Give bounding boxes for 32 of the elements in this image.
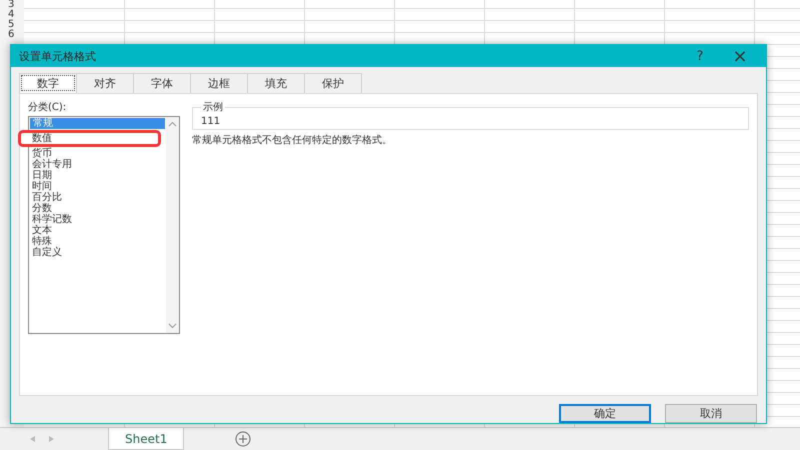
list-item[interactable]: 时间 xyxy=(29,181,166,192)
help-button[interactable]: ? xyxy=(680,48,720,64)
description-text: 常规单元格格式不包含任何特定的数字格式。 xyxy=(192,134,393,147)
list-item[interactable]: 货币 xyxy=(29,148,166,159)
list-item[interactable]: 自定义 xyxy=(29,247,166,258)
list-item[interactable]: 特殊 xyxy=(29,236,166,247)
tab[interactable]: 保护 xyxy=(304,73,362,93)
row-header: 6 xyxy=(7,30,16,40)
dialog-button[interactable]: 取消 xyxy=(665,404,757,423)
list-item[interactable]: 分数 xyxy=(29,203,166,214)
scroll-right-icon[interactable] xyxy=(49,436,54,442)
list-item[interactable]: 文本 xyxy=(29,225,166,236)
category-label: 分类(C): xyxy=(28,100,68,114)
sheet-tab[interactable]: Sheet1 xyxy=(108,428,184,450)
list-item[interactable]: 科学记数 xyxy=(29,214,166,225)
sample-value: 111 xyxy=(201,116,220,127)
list-item[interactable]: 百分比 xyxy=(29,192,166,203)
window-title: 设置单元格格式 xyxy=(19,48,97,64)
tab[interactable]: 数字 xyxy=(19,73,77,93)
close-button[interactable]: × xyxy=(720,44,760,68)
add-sheet-icon[interactable] xyxy=(234,430,252,448)
scrollbar[interactable] xyxy=(166,117,179,333)
list-item[interactable]: 日期 xyxy=(29,170,166,181)
list-item[interactable]: 会计专用 xyxy=(29,159,166,170)
scroll-down-icon[interactable] xyxy=(168,323,177,329)
list-item[interactable]: 数值 xyxy=(21,133,158,144)
row-header: 5 xyxy=(7,20,16,30)
dialog-button[interactable]: 确定 xyxy=(559,404,651,423)
row-header: 4 xyxy=(7,10,16,20)
sample-legend: 示例 xyxy=(201,100,225,114)
scroll-left-icon[interactable] xyxy=(30,436,35,442)
scroll-up-icon[interactable] xyxy=(168,121,177,127)
